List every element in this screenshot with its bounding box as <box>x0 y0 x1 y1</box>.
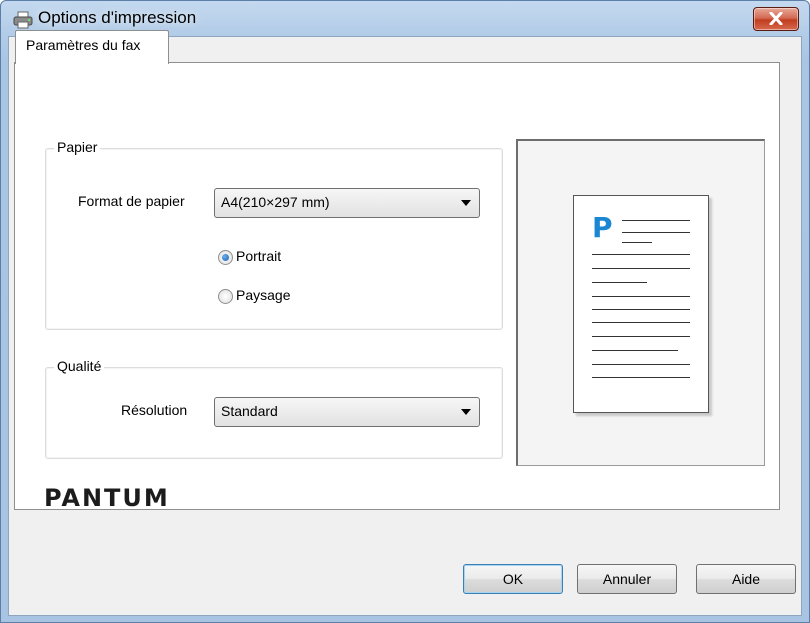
paper-group-title: Papier <box>54 139 101 155</box>
radio-button[interactable] <box>218 289 233 304</box>
resolution-value: Standard <box>221 403 278 419</box>
resolution-label: Résolution <box>121 402 188 418</box>
paper-format-value: A4(210×297 mm) <box>221 194 330 210</box>
preview-page-sheet: P <box>573 195 709 413</box>
close-icon <box>769 12 783 25</box>
preview-text-line <box>622 232 690 233</box>
tab-parametres-du-fax[interactable]: Paramètres du fax <box>15 30 169 64</box>
preview-text-line <box>592 377 690 378</box>
portrait-label: Portrait <box>236 248 282 264</box>
preview-text-line <box>592 268 690 269</box>
quality-group-title: Qualité <box>54 358 105 374</box>
preview-page-letter: P <box>592 211 613 244</box>
close-button[interactable] <box>753 7 799 31</box>
preview-text-line <box>622 220 690 221</box>
landscape-label: Paysage <box>236 287 291 303</box>
preview-text-line <box>592 364 690 365</box>
preview-text-line <box>592 309 690 310</box>
preview-text-line <box>592 336 690 337</box>
chevron-down-icon <box>461 409 471 415</box>
chevron-down-icon <box>461 200 471 206</box>
tab-label: Paramètres du fax <box>26 37 141 53</box>
preview-text-line <box>592 296 690 297</box>
printer-icon <box>13 11 33 29</box>
pantum-logo: PANTUM <box>44 484 170 512</box>
paper-format-label: Format de papier <box>78 193 185 209</box>
cancel-button[interactable]: Annuler <box>577 564 677 594</box>
ok-button[interactable]: OK <box>463 564 563 594</box>
preview-text-line <box>592 350 678 351</box>
landscape-radio[interactable]: Paysage <box>218 287 308 305</box>
paper-format-select[interactable]: A4(210×297 mm) <box>214 188 480 218</box>
preview-text-line <box>592 282 647 283</box>
window-title: Options d'impression <box>38 8 197 27</box>
help-button[interactable]: Aide <box>696 564 796 594</box>
preview-text-line <box>592 322 690 323</box>
preview-text-line <box>592 254 690 255</box>
radio-button[interactable] <box>218 250 233 265</box>
portrait-radio[interactable]: Portrait <box>218 248 308 266</box>
preview-text-line <box>622 242 652 243</box>
resolution-select[interactable]: Standard <box>214 397 480 427</box>
